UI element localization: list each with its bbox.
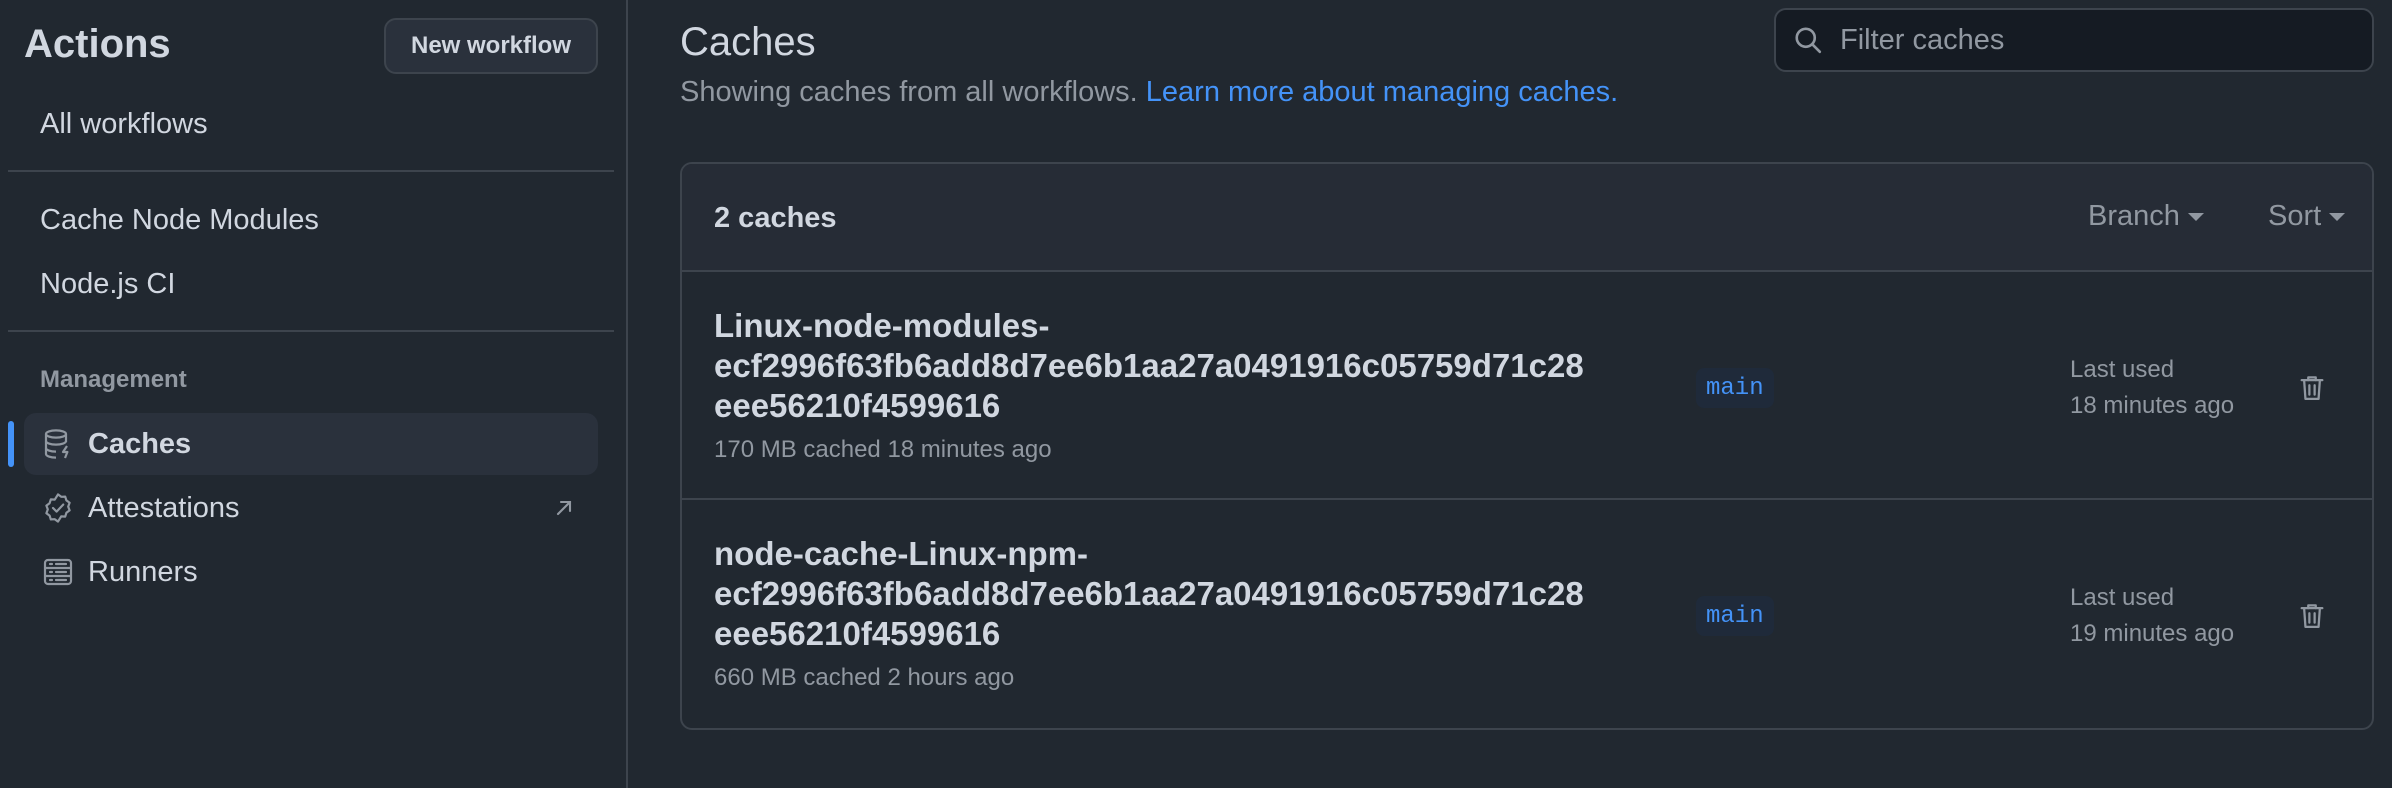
active-indicator [8,421,14,467]
sidebar: Actions New workflow All workflows Cache… [0,0,628,788]
cache-key-line: ecf2996f63fb6add8d7ee6b1aa27a0491916c057… [714,347,1584,384]
sidebar-item-label: All workflows [40,107,208,140]
management-section-label: Management [40,366,187,393]
last-used: Last used 18 minutes ago [2070,352,2234,424]
cache-key[interactable]: Linux-node-modules- ecf2996f63fb6add8d7e… [714,306,1694,426]
last-used-time: 18 minutes ago [2070,392,2235,419]
sidebar-title: Actions [24,22,171,66]
search-icon [1790,22,1826,58]
sidebar-item-nodejs-ci[interactable]: Node.js CI [24,253,598,315]
cache-meta: 660 MB cached 2 hours ago [714,664,1015,691]
delete-cache-button[interactable] [2292,368,2332,408]
sort-label: Sort [2268,200,2322,232]
last-used-time: 19 minutes ago [2070,620,2235,647]
caches-list-header: 2 caches Branch Sort [682,164,2372,272]
learn-more-link[interactable]: Learn more about managing caches. [1146,76,1618,108]
page-subtitle: Showing caches from all workflows. Learn… [680,76,1618,109]
branch-filter-label: Branch [2088,200,2180,232]
database-icon [40,426,76,462]
sidebar-item-label: Attestations [88,491,240,524]
sidebar-item-label: Cache Node Modules [40,203,319,236]
sidebar-item-label: Node.js CI [40,267,176,300]
sidebar-divider [8,330,614,332]
last-used-label: Last used [2070,356,2175,383]
branch-label[interactable]: main [1696,596,1774,636]
new-workflow-button[interactable]: New workflow [384,18,598,74]
last-used: Last used 19 minutes ago [2070,580,2234,652]
caches-list: 2 caches Branch Sort Linux-node-modules-… [680,162,2374,730]
sidebar-item-all-workflows[interactable]: All workflows [24,93,598,155]
delete-cache-button[interactable] [2292,596,2332,636]
trash-icon [2300,604,2324,628]
sidebar-item-cache-node-modules[interactable]: Cache Node Modules [24,189,598,251]
verified-icon [40,490,76,526]
page-title: Caches [680,20,816,64]
sidebar-item-label: Runners [88,555,198,588]
trash-icon [2300,376,2324,400]
chevron-down-icon [2187,212,2204,221]
cache-key-line: ecf2996f63fb6add8d7ee6b1aa27a0491916c057… [714,575,1584,612]
sidebar-item-attestations[interactable]: Attestations [24,477,598,539]
sidebar-item-caches[interactable]: Caches [24,413,598,475]
cache-key-line: eee56210f4599616 [714,615,1001,652]
cache-count: 2 caches [714,202,837,234]
cache-row: node-cache-Linux-npm- ecf2996f63fb6add8d… [682,500,2372,728]
cache-key[interactable]: node-cache-Linux-npm- ecf2996f63fb6add8d… [714,534,1694,654]
cache-key-line: eee56210f4599616 [714,387,1001,424]
chevron-down-icon [2329,212,2346,221]
branch-label[interactable]: main [1696,368,1774,408]
sidebar-divider [8,170,614,172]
cache-key-line: node-cache-Linux-npm- [714,535,1089,572]
sort-dropdown[interactable]: Sort [2268,200,2346,233]
cache-row: Linux-node-modules- ecf2996f63fb6add8d7e… [682,272,2372,500]
sidebar-item-label: Caches [88,427,192,460]
cache-meta: 170 MB cached 18 minutes ago [714,436,1052,463]
external-link-icon [552,495,576,519]
server-icon [40,554,76,590]
cache-key-line: Linux-node-modules- [714,307,1050,344]
sidebar-item-runners[interactable]: Runners [24,541,598,603]
filter-caches-input[interactable] [1838,10,2372,70]
branch-filter-dropdown[interactable]: Branch [2088,200,2204,233]
last-used-label: Last used [2070,584,2175,611]
filter-caches-box [1774,8,2374,72]
subtitle-text: Showing caches from all workflows. [680,76,1138,108]
